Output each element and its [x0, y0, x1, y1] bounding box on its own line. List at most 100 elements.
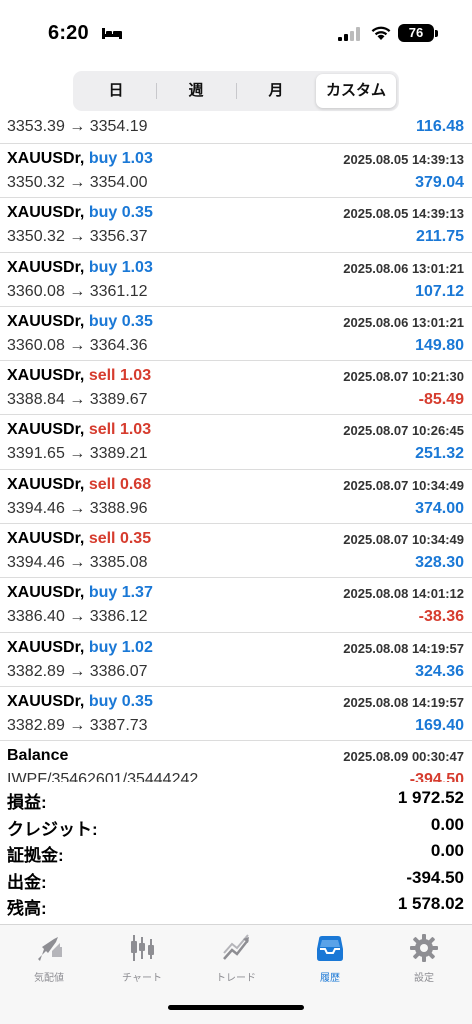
- sleep-focus-icon: [102, 28, 122, 39]
- battery-indicator: 76: [398, 24, 434, 42]
- trade-symbol-text: XAUUSDr,: [7, 530, 85, 548]
- trade-prices: 3350.32 → 3354.00: [7, 174, 148, 191]
- trade-prices: 3394.46 → 3385.08: [7, 554, 148, 572]
- trade-profit: -85.49: [418, 391, 464, 409]
- summary-value: 1 578.02: [397, 894, 464, 913]
- trade-prices: 3353.39 → 3354.19: [7, 118, 148, 135]
- balance-label: Balance: [7, 747, 69, 765]
- trade-direction-volume: buy 1.37: [88, 584, 153, 602]
- trade-profit: 374.00: [415, 499, 464, 517]
- home-indicator: [168, 1005, 304, 1010]
- trade-direction-volume: buy 0.35: [88, 312, 153, 330]
- balance-time: 2025.08.09 00:30:47: [343, 749, 464, 765]
- trade-symbol-text: XAUUSDr,: [7, 204, 85, 222]
- trade-row-partial[interactable]: 3353.39 → 3354.19 116.48: [0, 118, 472, 144]
- tab-trade[interactable]: トレード: [189, 933, 283, 984]
- trade-symbol: XAUUSDr, buy 0.35: [7, 313, 153, 331]
- summary-value: 0.00: [430, 841, 464, 860]
- chart-icon: [131, 935, 154, 961]
- trade-row[interactable]: XAUUSDr, buy 1.03 2025.08.05 14:39:13 3350…: [0, 144, 472, 199]
- trade-direction-volume: sell 0.68: [88, 475, 152, 493]
- segment-month[interactable]: 月: [236, 74, 316, 108]
- trade-row[interactable]: XAUUSDr, sell 0.35 2025.08.07 10:34:49 339…: [0, 524, 472, 579]
- trade-prices: 3382.89 → 3387.73: [7, 716, 148, 734]
- status-bar: 6:20 76: [0, 0, 472, 68]
- trade-symbol: XAUUSDr, sell 0.68: [7, 476, 151, 494]
- trade-symbol: XAUUSDr, buy 0.35: [7, 204, 153, 222]
- trade-symbol-text: XAUUSDr,: [7, 638, 85, 656]
- balance-amount: -394.50: [409, 771, 464, 782]
- trade-profit: 328.30: [415, 554, 464, 572]
- trade-row[interactable]: XAUUSDr, sell 1.03 2025.08.07 10:21:30 338…: [0, 361, 472, 416]
- balance-row[interactable]: Balance 2025.08.09 00:30:47 IWPF/35462601/…: [0, 741, 472, 782]
- trade-symbol-text: XAUUSDr,: [7, 367, 85, 385]
- history-icon: [317, 936, 343, 961]
- trade-prices: 3394.46 → 3388.96: [7, 499, 148, 517]
- trade-row[interactable]: XAUUSDr, buy 1.02 2025.08.08 14:19:57 3382…: [0, 633, 472, 687]
- trade-profit: 107.12: [415, 282, 464, 300]
- trade-profit: 324.36: [415, 662, 464, 680]
- summary-credit-row: クレジット: 0.00: [0, 813, 472, 840]
- trade-symbol-text: XAUUSDr,: [7, 692, 85, 710]
- tab-quotes[interactable]: 気配値: [2, 933, 96, 984]
- tab-history[interactable]: 履歴: [283, 933, 377, 984]
- wifi-icon: [371, 26, 391, 40]
- tab-label: 設定: [414, 973, 434, 984]
- trade-symbol-text: XAUUSDr,: [7, 584, 85, 602]
- trade-symbol: XAUUSDr, sell 0.35: [7, 530, 151, 548]
- trade-direction-volume: buy 0.35: [88, 204, 153, 222]
- summary-label: 損益:: [7, 793, 47, 812]
- history-list-content: 3353.39 → 3354.19 116.48 XAUUSDr, buy 1.…: [0, 118, 472, 782]
- trade-symbol: XAUUSDr, sell 1.03: [7, 367, 151, 385]
- account-summary: 損益: 1 972.52 クレジット: 0.00 証拠金: 0.00 出金: -…: [0, 786, 472, 919]
- summary-withdrawal-row: 出金: -394.50: [0, 866, 472, 893]
- trade-direction-volume: buy 0.35: [88, 692, 153, 710]
- trade-direction-volume: sell 0.35: [88, 530, 152, 548]
- quotes-icon: [38, 937, 62, 961]
- trade-prices: 3360.08 → 3364.36: [7, 336, 148, 354]
- trade-row[interactable]: XAUUSDr, sell 1.03 2025.08.07 10:26:45 339…: [0, 415, 472, 470]
- trade-symbol-text: XAUUSDr,: [7, 475, 85, 493]
- summary-label: 出金:: [7, 872, 47, 892]
- trade-time: 2025.08.08 14:19:57: [343, 694, 464, 710]
- balance-comment: IWPF/35462601/35444242: [7, 771, 199, 782]
- summary-profit-row: 損益: 1 972.52: [0, 786, 472, 813]
- cellular-signal-icon: [338, 27, 360, 41]
- summary-label: 残高:: [7, 899, 47, 918]
- trade-row[interactable]: XAUUSDr, buy 1.03 2025.08.06 13:01:21 3360…: [0, 253, 472, 307]
- trade-row[interactable]: XAUUSDr, sell 0.68 2025.08.07 10:34:49 339…: [0, 470, 472, 525]
- trade-profit: 211.75: [415, 228, 464, 246]
- trade-prices: 3386.40 → 3386.12: [7, 608, 148, 626]
- trade-symbol-text: XAUUSDr,: [7, 421, 85, 439]
- trade-time: 2025.08.07 10:34:49: [343, 477, 464, 493]
- trade-row[interactable]: XAUUSDr, buy 0.35 2025.08.05 14:39:13 3350…: [0, 198, 472, 253]
- segment-custom[interactable]: カスタム: [316, 74, 396, 108]
- trade-time: 2025.08.07 10:26:45: [343, 423, 464, 439]
- trade-row[interactable]: XAUUSDr, buy 1.37 2025.08.08 14:01:12 3386…: [0, 578, 472, 633]
- trade-time: 2025.08.08 14:19:57: [343, 640, 464, 656]
- trade-profit: 116.48: [415, 118, 464, 135]
- trade-symbol-text: XAUUSDr,: [7, 150, 85, 167]
- tab-settings[interactable]: 設定: [377, 933, 471, 984]
- segment-week[interactable]: 週: [156, 74, 236, 108]
- trade-time: 2025.08.06 13:01:21: [343, 260, 464, 276]
- tab-chart[interactable]: チャート: [95, 933, 189, 984]
- history-list[interactable]: 3353.39 → 3354.19 116.48 XAUUSDr, buy 1.…: [0, 118, 472, 782]
- trade-prices: 3350.32 → 3356.37: [7, 228, 148, 246]
- trade-prices: 3382.89 → 3386.07: [7, 662, 148, 680]
- summary-margin-row: 証拠金: 0.00: [0, 839, 472, 866]
- trade-direction-volume: buy 1.02: [88, 638, 153, 656]
- summary-balance-row: 残高: 1 578.02: [0, 892, 472, 919]
- trade-symbol: XAUUSDr, buy 1.03: [7, 150, 153, 168]
- trade-row[interactable]: XAUUSDr, buy 0.35 2025.08.06 13:01:21 3360…: [0, 307, 472, 362]
- trade-row[interactable]: XAUUSDr, buy 0.35 2025.08.08 14:19:57 3382…: [0, 687, 472, 742]
- segment-day[interactable]: 日: [76, 74, 156, 108]
- tab-label: 履歴: [320, 973, 340, 984]
- trade-direction-volume: sell 1.03: [88, 421, 152, 439]
- trade-profit: -38.36: [418, 608, 464, 626]
- summary-value: 1 972.52: [397, 788, 464, 807]
- trade-direction-volume: buy 1.03: [88, 150, 153, 167]
- trade-prices: 3391.65 → 3389.21: [7, 445, 148, 463]
- trade-time: 2025.08.06 13:01:21: [343, 314, 464, 330]
- period-segmented-control: 日 週 月 カスタム: [73, 71, 399, 111]
